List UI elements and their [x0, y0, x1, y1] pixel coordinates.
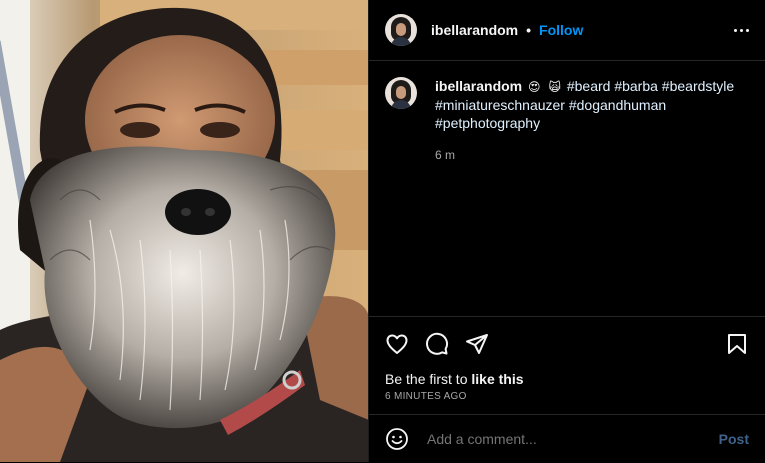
caption-timestamp: 6 m: [435, 148, 456, 162]
heart-icon[interactable]: [385, 332, 409, 356]
posted-time: 6 MINUTES AGO: [385, 391, 467, 402]
more-options-icon[interactable]: [729, 18, 753, 42]
avatar[interactable]: [385, 14, 417, 46]
post-header: ibellarandom • Follow: [369, 0, 765, 61]
post-details-panel: ibellarandom • Follow ibellarandom 😍 🙀 #…: [368, 0, 765, 462]
emoji-icon[interactable]: [385, 427, 409, 451]
comment-bar: Post: [369, 414, 765, 463]
likes-prefix: Be the first to: [385, 371, 472, 387]
caption-avatar[interactable]: [385, 77, 417, 109]
comment-input[interactable]: [425, 430, 719, 448]
likes-line: Be the first to like this: [369, 359, 765, 387]
screaming-cat-emoji: 🙀: [548, 80, 561, 94]
caption: ibellarandom 😍 🙀 #beard #barba #beardsty…: [369, 61, 765, 164]
like-this-link[interactable]: like this: [471, 371, 523, 387]
action-icons: [369, 317, 765, 359]
smiling-hearts-emoji: 😍: [528, 80, 541, 94]
caption-body: ibellarandom 😍 🙀 #beard #barba #beardsty…: [435, 77, 749, 164]
separator-dot: •: [526, 22, 532, 38]
bookmark-icon[interactable]: [725, 332, 749, 356]
username-link[interactable]: ibellarandom: [431, 22, 518, 38]
share-icon[interactable]: [465, 332, 489, 356]
actions-section: Be the first to like this 6 MINUTES AGO: [369, 316, 765, 402]
post-button[interactable]: Post: [719, 431, 749, 447]
photo-dog-and-woman: [0, 0, 368, 462]
caption-username[interactable]: ibellarandom: [435, 78, 522, 94]
post-viewer: ibellarandom • Follow ibellarandom 😍 🙀 #…: [0, 0, 765, 462]
post-photo[interactable]: [0, 0, 368, 462]
comment-icon[interactable]: [425, 332, 449, 356]
follow-button[interactable]: Follow: [539, 22, 583, 38]
